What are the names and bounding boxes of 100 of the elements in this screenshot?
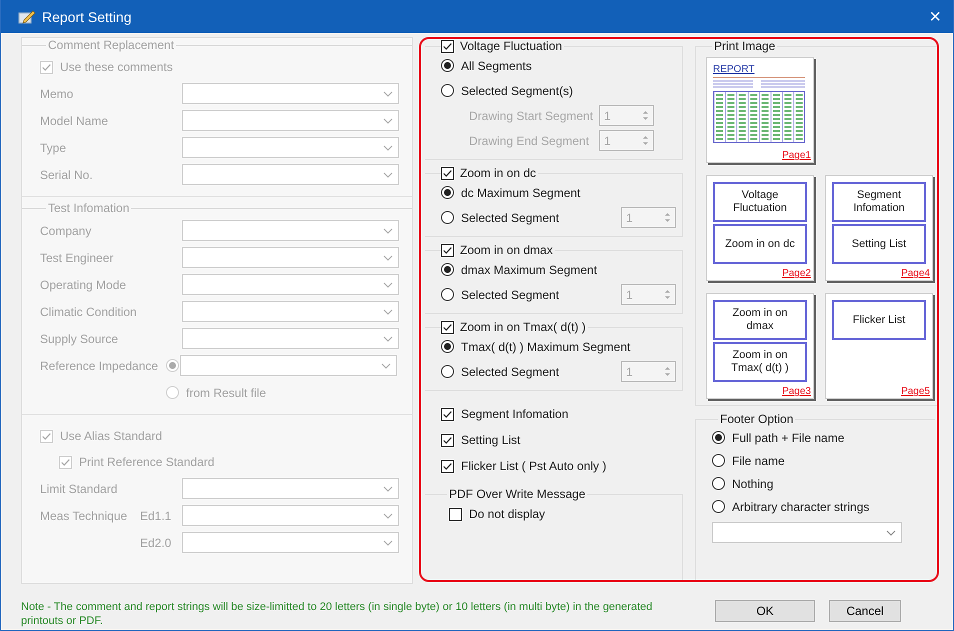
radio-button[interactable] — [441, 288, 454, 301]
spin-arrows-icon — [642, 110, 649, 121]
radio-button[interactable] — [441, 365, 454, 378]
radio-label: Arbitrary character strings — [732, 500, 870, 514]
window-title: Report Setting — [42, 8, 132, 24]
radio-label: Selected Segment — [461, 364, 560, 378]
field-label: Supply Source — [40, 332, 120, 346]
field-label: Climatic Condition — [40, 304, 138, 318]
edition-label: Ed2.0 — [140, 536, 172, 550]
chevron-down-icon — [383, 512, 393, 518]
checkbox[interactable] — [441, 244, 454, 256]
chevron-down-icon — [383, 228, 393, 234]
chevron-down-icon — [886, 530, 896, 536]
field-label: Model Name — [40, 114, 110, 128]
content-block: Zoom in on dc — [713, 224, 807, 264]
checkbox-label: Segment Infomation — [461, 407, 568, 421]
chevron-down-icon — [383, 308, 393, 314]
checkbox[interactable] — [441, 40, 454, 52]
report-heading: REPORT — [713, 64, 756, 75]
checkbox[interactable] — [441, 408, 454, 420]
radio-label: from Result file — [186, 386, 266, 400]
spin-arrows-icon — [664, 366, 671, 377]
radio-button[interactable] — [441, 186, 454, 199]
spinner-label: Drawing End Segment — [469, 134, 590, 148]
radio-button[interactable] — [712, 500, 725, 513]
checkbox-label: Use Alias Standard — [60, 429, 162, 443]
field-label: Type — [40, 140, 68, 154]
radio-button[interactable] — [441, 59, 454, 72]
checkbox-label: Setting List — [461, 433, 520, 447]
chevron-down-icon — [383, 282, 393, 288]
dropdown-field[interactable] — [712, 522, 902, 543]
group-title: Print Image — [713, 39, 776, 53]
checkbox[interactable] — [441, 460, 454, 472]
content-block: Segment Infomation — [832, 182, 926, 222]
radio-label: Nothing — [732, 476, 774, 490]
field-label: Limit Standard — [40, 482, 118, 496]
checkbox-label: Zoom in on dc — [460, 166, 536, 180]
field-label: Memo — [40, 86, 74, 100]
radio-label: File name — [732, 454, 785, 468]
radio-label: Selected Segment(s) — [461, 84, 574, 98]
dialog-button[interactable]: Cancel — [829, 600, 901, 622]
group-title: Footer Option — [719, 412, 794, 426]
radio-label: Full path + File name — [732, 430, 844, 444]
field-label: Test Engineer — [40, 250, 114, 264]
radio-label: Tmax( d(t) ) Maximum Segment — [461, 340, 630, 354]
chevron-down-icon — [383, 172, 393, 178]
chevron-down-icon — [383, 540, 393, 546]
checkbox[interactable] — [441, 434, 454, 446]
radio-button[interactable] — [441, 84, 454, 97]
checkbox-label: Use these comments — [60, 60, 173, 74]
radio-label: Selected Segment — [461, 210, 560, 224]
field-label: Serial No. — [40, 168, 94, 182]
checkbox-label: Voltage Fluctuation — [460, 39, 562, 53]
page-label: Page3 — [782, 386, 811, 397]
group-title: Test Infomation — [47, 201, 130, 215]
chevron-down-icon — [383, 254, 393, 260]
pencil-notepad-icon — [18, 10, 36, 24]
close-button[interactable]: × — [925, 6, 945, 26]
radio-button[interactable] — [712, 454, 725, 467]
content-block: Flicker List — [832, 300, 926, 340]
radio-button[interactable] — [712, 431, 725, 444]
radio-label: All Segments — [461, 58, 532, 72]
checkbox[interactable] — [441, 320, 454, 334]
group-title: Comment Replacement — [47, 38, 176, 52]
edition-label: Ed1.1 — [140, 508, 172, 522]
page-label: Page2 — [782, 268, 811, 279]
content-block: Voltage Fluctuation — [713, 182, 807, 222]
chevron-down-icon — [383, 336, 393, 342]
field-label: Meas Technique — [40, 508, 128, 522]
chevron-down-icon — [383, 486, 393, 492]
field-label: Reference Impedance — [40, 358, 160, 372]
chevron-down-icon — [383, 118, 393, 124]
checkbox[interactable] — [449, 508, 462, 520]
chevron-down-icon — [381, 362, 391, 368]
checkbox-label: Print Reference Standard — [79, 455, 214, 469]
radio-label: dmax Maximum Segment — [461, 262, 598, 276]
spinner-label: Drawing Start Segment — [469, 108, 592, 122]
content-block: Zoom in on Tmax( d(t) ) — [713, 342, 807, 382]
page-label: Page5 — [901, 386, 930, 397]
content-block: Zoom in on dmax — [713, 300, 807, 340]
spin-arrows-icon — [642, 135, 649, 146]
spin-arrows-icon — [664, 289, 671, 300]
note-text: Note - The comment and report strings will be size-limitted to 20 letters (in single byte) or 10 letters (in multi byte) in the generated printouts or PDF. — [21, 600, 654, 628]
group-title: PDF Over Write Message — [448, 487, 586, 501]
radio-button[interactable] — [441, 211, 454, 224]
field-label: Operating Mode — [40, 278, 128, 292]
radio-label: Selected Segment — [461, 288, 560, 302]
checkbox-label: Do not display — [469, 507, 546, 521]
dialog-button[interactable]: OK — [715, 600, 815, 622]
checkbox-label: Flicker List ( Pst Auto only ) — [461, 459, 606, 473]
checkbox-label: Zoom in on Tmax( d(t) ) — [460, 320, 586, 334]
radio-button[interactable] — [441, 340, 454, 353]
spin-arrows-icon — [664, 212, 671, 223]
radio-button[interactable] — [712, 477, 725, 490]
page-label: Page4 — [901, 268, 930, 279]
page-label: Page1 — [782, 150, 811, 161]
checkbox[interactable] — [441, 166, 454, 180]
checkbox-label: Zoom in on dmax — [460, 243, 553, 257]
radio-button[interactable] — [441, 263, 454, 276]
radio-label: dc Maximum Segment — [461, 186, 580, 200]
